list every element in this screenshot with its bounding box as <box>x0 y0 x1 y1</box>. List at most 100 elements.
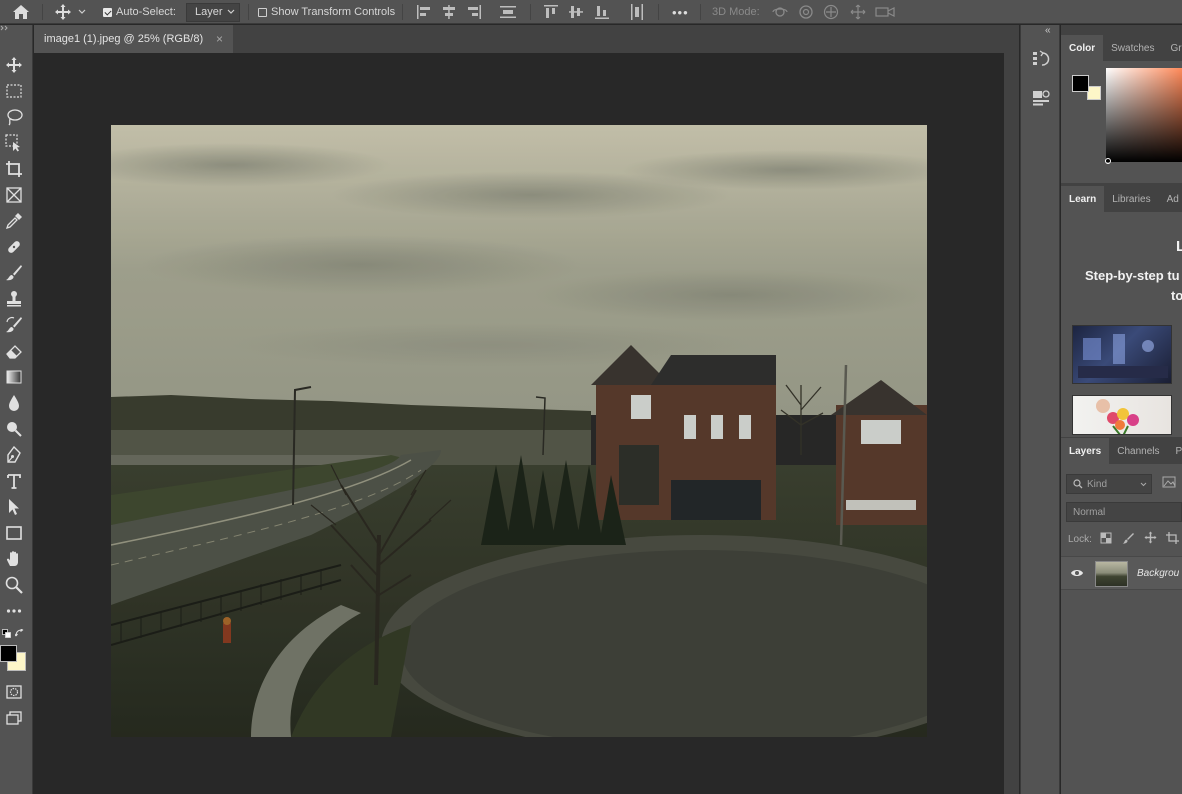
learn-subtitle-line1: Step-by-step tu <box>1085 268 1180 283</box>
show-transform-controls-checkbox[interactable]: Show Transform Controls <box>258 0 395 24</box>
type-tool-icon[interactable] <box>4 471 24 491</box>
align-bottom-edges-icon[interactable] <box>595 0 609 24</box>
color-panel-tabs: Color Swatches Gr <box>1061 35 1182 61</box>
history-panel-icon[interactable] <box>1031 49 1051 69</box>
marquee-tool-icon[interactable] <box>4 81 24 101</box>
tab-layers[interactable]: Layers <box>1061 438 1110 464</box>
tab-adjustments[interactable]: Ad <box>1159 186 1182 212</box>
3d-mode-label: 3D Mode: <box>712 6 760 18</box>
layer-thumbnail <box>1095 561 1128 587</box>
path-selection-tool-icon[interactable] <box>4 497 24 517</box>
healing-brush-tool-icon[interactable] <box>4 237 24 257</box>
default-colors-icon[interactable] <box>2 629 11 638</box>
lock-transparent-pixels-icon[interactable] <box>1100 532 1112 544</box>
tutorial-thumbnail-room[interactable] <box>1072 325 1172 384</box>
tab-channels[interactable]: Channels <box>1109 438 1167 464</box>
quick-mask-icon[interactable] <box>4 682 24 702</box>
layer-visibility-eye-icon[interactable] <box>1070 568 1084 578</box>
align-right-edges-icon[interactable] <box>466 0 482 24</box>
camera-3d-icon[interactable] <box>875 0 895 24</box>
distribute-horizontal-icon[interactable] <box>630 0 644 24</box>
show-transform-label: Show Transform Controls <box>271 6 396 18</box>
blur-tool-icon[interactable] <box>4 393 24 413</box>
eyedropper-tool-icon[interactable] <box>4 211 24 231</box>
tutorial-thumbnail-flowers[interactable] <box>1072 395 1172 435</box>
learn-heading: L <box>1176 238 1182 255</box>
color-picker-ring[interactable] <box>1105 158 1111 164</box>
toolbar-collapse-icon[interactable] <box>0 25 33 31</box>
layer-filter-kind[interactable]: Kind <box>1066 474 1152 494</box>
pen-tool-icon[interactable] <box>4 445 24 465</box>
chevron-down-icon <box>227 9 235 14</box>
checkbox-unchecked-icon <box>258 7 267 17</box>
home-icon[interactable] <box>12 0 30 24</box>
move-tool-preset-icon[interactable] <box>54 0 72 24</box>
zoom-tool-icon[interactable] <box>4 575 24 595</box>
orbit-3d-icon[interactable] <box>771 0 789 24</box>
chevron-down-icon <box>1140 482 1147 486</box>
dodge-tool-icon[interactable] <box>4 419 24 439</box>
tab-gradients[interactable]: Gr <box>1162 35 1182 61</box>
pan-3d-icon[interactable] <box>823 0 839 24</box>
lasso-tool-icon[interactable] <box>4 107 24 127</box>
rectangle-tool-icon[interactable] <box>4 523 24 543</box>
right-panel-dock: Color Swatches Gr Learn Libraries Ad L S… <box>1061 25 1182 794</box>
history-brush-tool-icon[interactable] <box>4 315 24 335</box>
move-tool-icon[interactable] <box>4 55 24 75</box>
blend-mode-select[interactable]: Normal <box>1066 502 1182 522</box>
more-options-button[interactable]: ••• <box>672 0 689 24</box>
background-color-chip[interactable] <box>1087 86 1101 100</box>
crop-tool-icon[interactable] <box>4 159 24 179</box>
properties-panel-icon[interactable] <box>1031 87 1051 107</box>
color-field[interactable] <box>1106 68 1182 162</box>
foreground-color-chip[interactable] <box>1072 75 1089 92</box>
foreground-color-swatch[interactable] <box>0 645 17 662</box>
hand-tool-icon[interactable] <box>4 549 24 569</box>
filter-image-layers-icon[interactable] <box>1162 476 1176 488</box>
more-label: ••• <box>672 4 689 20</box>
screen-mode-icon[interactable] <box>4 708 24 728</box>
lock-image-pixels-icon[interactable] <box>1122 532 1134 544</box>
vertical-scrollbar[interactable] <box>1004 53 1019 794</box>
learn-panel-tabs: Learn Libraries Ad <box>1061 186 1182 212</box>
tab-swatches[interactable]: Swatches <box>1103 35 1162 61</box>
collapse-panels-icon[interactable]: « <box>1045 25 1051 36</box>
layer-name: Backgrou <box>1137 568 1180 579</box>
layer-select[interactable]: Layer <box>186 2 240 22</box>
brush-tool-icon[interactable] <box>4 263 24 283</box>
document-image[interactable] <box>111 125 927 737</box>
gradient-tool-icon[interactable] <box>4 367 24 387</box>
swap-colors-icon[interactable] <box>15 629 25 639</box>
layer-row-background[interactable]: Backgrou <box>1061 556 1182 590</box>
auto-select-checkbox[interactable]: Auto-Select: <box>103 0 176 24</box>
search-icon <box>1073 479 1083 489</box>
frame-tool-icon[interactable] <box>4 185 24 205</box>
lock-position-icon[interactable] <box>1144 531 1157 544</box>
document-tab-title: image1 (1).jpeg @ 25% (RGB/8) <box>44 33 204 45</box>
photo-suburban-street <box>111 125 927 737</box>
tab-color[interactable]: Color <box>1061 35 1104 61</box>
clone-stamp-tool-icon[interactable] <box>4 289 24 309</box>
align-left-edges-icon[interactable] <box>416 0 432 24</box>
tools-panel <box>0 25 33 794</box>
align-vertical-centers-icon[interactable] <box>569 0 583 24</box>
checkbox-checked-icon <box>103 7 112 17</box>
slide-3d-icon[interactable] <box>849 0 867 24</box>
tab-learn[interactable]: Learn <box>1061 186 1105 212</box>
tab-libraries[interactable]: Libraries <box>1104 186 1158 212</box>
align-horizontal-centers-icon[interactable] <box>441 0 457 24</box>
document-tab[interactable]: image1 (1).jpeg @ 25% (RGB/8) × <box>34 25 233 53</box>
distribute-vertical-icon[interactable] <box>500 0 516 24</box>
align-top-edges-icon[interactable] <box>544 0 558 24</box>
close-tab-icon[interactable]: × <box>216 32 223 46</box>
chevron-down-icon[interactable] <box>78 0 86 24</box>
auto-select-label: Auto-Select: <box>116 6 176 18</box>
object-selection-tool-icon[interactable] <box>4 133 24 153</box>
tab-paths[interactable]: P <box>1168 438 1182 464</box>
more-tools-icon[interactable] <box>4 601 24 621</box>
lock-artboard-icon[interactable] <box>1166 532 1179 544</box>
eraser-tool-icon[interactable] <box>4 341 24 361</box>
learn-subtitle-line2: to <box>1171 288 1182 303</box>
lock-label: Lock: <box>1068 534 1092 545</box>
roll-3d-icon[interactable] <box>798 0 814 24</box>
